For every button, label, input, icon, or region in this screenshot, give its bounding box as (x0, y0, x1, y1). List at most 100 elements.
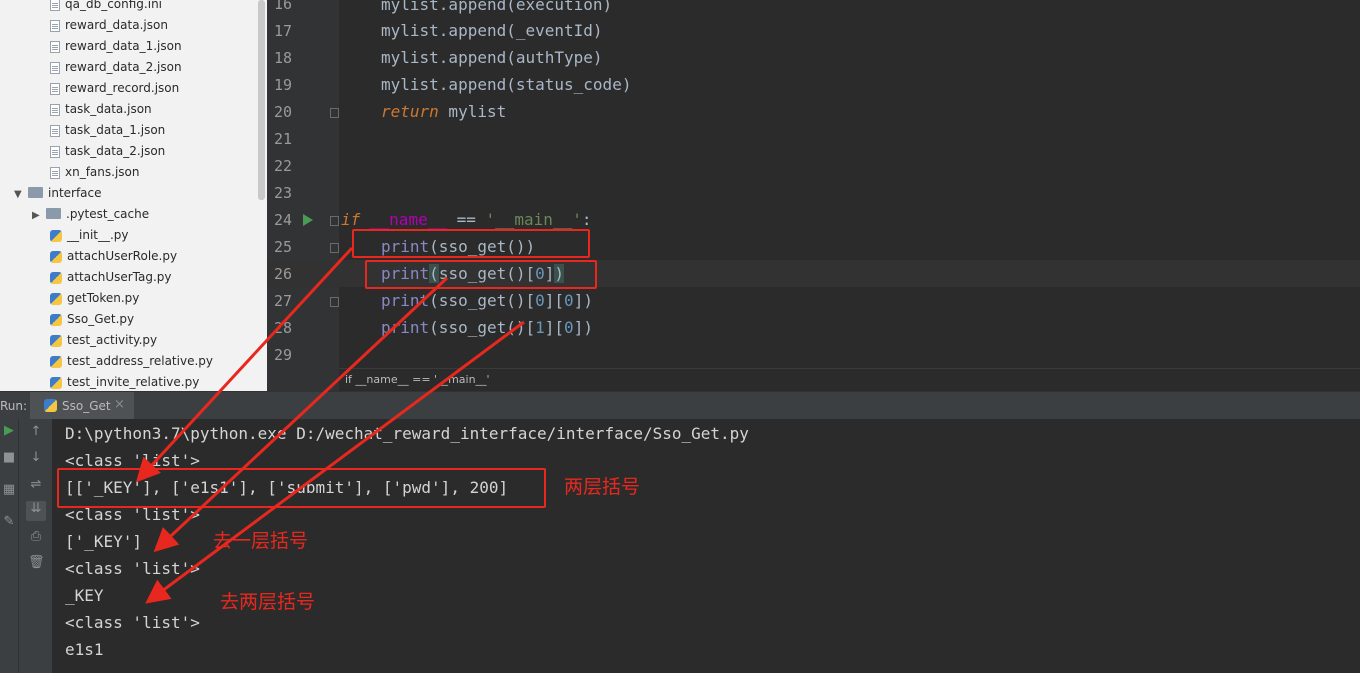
tree-item[interactable]: reward_data_1.json (50, 36, 182, 57)
tree-item-label: test_invite_relative.py (67, 375, 200, 389)
tree-item[interactable]: reward_data.json (50, 15, 168, 36)
close-icon[interactable]: × (114, 397, 125, 412)
breadcrumb[interactable]: if __name__ == '__main__' (339, 368, 1360, 392)
line-number: 22 (273, 157, 292, 175)
editor-gutter: 16 17 18 19 20 21 22 23 24 25 26 27 28 29 (267, 0, 339, 391)
rerun-icon[interactable]: ▶ (1, 423, 17, 438)
tree-item[interactable]: getToken.py (50, 288, 139, 309)
restore-layout-icon[interactable]: ▦ (1, 482, 17, 497)
tree-item[interactable]: ▶ .pytest_cache (32, 204, 149, 225)
annotation-remove-two: 去两层括号 (220, 591, 316, 613)
console-output-line: <class 'list'> (65, 613, 200, 632)
ide-window: qa_db_config.ini reward_data.json reward_d… (0, 0, 1360, 673)
tree-item[interactable]: __init__.py (50, 225, 129, 246)
python-file-icon (50, 335, 62, 347)
tree-item[interactable]: attachUserRole.py (50, 246, 177, 267)
fold-marker-icon[interactable] (330, 108, 339, 118)
code-line-20: return mylist (381, 102, 507, 121)
file-icon (50, 167, 60, 179)
trash-icon[interactable]: 🗑 (28, 555, 45, 570)
tree-item-label: task_data_2.json (65, 144, 166, 158)
line-number: 25 (273, 238, 292, 256)
code-line-19: mylist.append(status_code) (381, 75, 632, 94)
tree-item[interactable]: task_data.json (50, 99, 152, 120)
tree-item-label: reward_record.json (65, 81, 180, 95)
tree-item[interactable]: reward_record.json (50, 78, 179, 99)
line-number: 17 (273, 22, 292, 40)
console-output-line: ['_KEY'] (65, 532, 143, 551)
file-icon (50, 41, 60, 53)
tree-item-label: task_data.json (65, 102, 152, 116)
scroll-to-end-icon[interactable]: ⇊ (26, 501, 46, 521)
breadcrumb-label[interactable]: if __name__ == '__main__' (345, 373, 490, 386)
tree-item-label: task_data_1.json (65, 123, 166, 137)
tree-item-label: qa_db_config.ini (65, 0, 163, 11)
run-side-toolbar: ▶ ■ ▦ ✎ ↑ ↓ ⇌ ⇊ ⎙ 🗑 (0, 419, 52, 673)
console-command-line: D:\python3.7\python.exe D:/wechat_reward… (65, 424, 749, 443)
highlight-box-line-26 (365, 260, 597, 289)
tree-item[interactable]: test_activity.py (50, 330, 157, 351)
line-number: 24 (273, 211, 292, 229)
line-number: 21 (273, 130, 292, 148)
tree-item[interactable]: qa_db_config.ini (50, 0, 162, 15)
python-file-icon (50, 314, 62, 326)
line-number: 26 (273, 265, 292, 283)
tree-item[interactable]: attachUserTag.py (50, 267, 172, 288)
tree-item-label: reward_data_1.json (65, 39, 182, 53)
run-toolbar: Run: Sso_Get × (0, 391, 1360, 420)
up-arrow-icon[interactable]: ↑ (28, 424, 44, 439)
highlight-box-output-list (57, 468, 546, 508)
file-icon (50, 0, 60, 11)
python-file-icon (50, 272, 62, 284)
line-number: 23 (273, 184, 292, 202)
fold-marker-icon[interactable] (330, 243, 339, 253)
code-line-16: mylist.append(execution) (381, 0, 613, 14)
code-line-17: mylist.append(_eventId) (381, 21, 603, 40)
code-line-18: mylist.append(authType) (381, 48, 603, 67)
pin-icon[interactable]: ✎ (1, 514, 17, 529)
file-icon (50, 125, 60, 137)
stop-icon[interactable]: ■ (1, 450, 17, 465)
tree-item-label: interface (48, 186, 102, 200)
code-line-27: print(sso_get()[0][0]) (381, 291, 593, 310)
python-file-icon (50, 356, 62, 368)
tree-item-label: xn_fans.json (65, 165, 140, 179)
tree-item[interactable]: Sso_Get.py (50, 309, 134, 330)
toolbar-divider (18, 419, 19, 673)
down-arrow-icon[interactable]: ↓ (28, 450, 44, 465)
tree-item-label: __init__.py (67, 228, 129, 242)
run-tab-sso-get[interactable]: Sso_Get × (30, 392, 134, 420)
file-icon (50, 83, 60, 95)
file-icon (50, 104, 60, 116)
line-number: 29 (273, 346, 292, 364)
code-editor[interactable]: mylist.append(execution) mylist.append(_… (339, 0, 1360, 391)
print-icon[interactable]: ⎙ (28, 529, 44, 544)
tree-item[interactable]: reward_data_2.json (50, 57, 182, 78)
tree-item-label: attachUserRole.py (67, 249, 178, 263)
tree-item[interactable]: task_data_2.json (50, 141, 165, 162)
tree-item[interactable]: test_invite_relative.py (50, 372, 199, 391)
soft-wrap-icon[interactable]: ⇌ (28, 477, 44, 492)
code-line-28: print(sso_get()[1][0]) (381, 318, 593, 337)
tree-item[interactable]: xn_fans.json (50, 162, 140, 183)
tree-item-label: test_address_relative.py (67, 354, 213, 368)
file-icon (50, 20, 60, 32)
python-icon (44, 399, 57, 412)
tree-item[interactable]: test_address_relative.py (50, 351, 213, 372)
fold-marker-icon[interactable] (330, 216, 339, 226)
tree-item-label: reward_data.json (65, 18, 168, 32)
python-file-icon (50, 251, 62, 263)
tree-item-label: attachUserTag.py (67, 270, 172, 284)
chevron-right-icon[interactable]: ▶ (32, 205, 46, 226)
tree-scrollbar[interactable] (258, 0, 265, 200)
tree-item-label: Sso_Get.py (67, 312, 135, 326)
chevron-down-icon[interactable]: ▼ (14, 184, 28, 205)
folder-icon (46, 208, 61, 219)
tree-item-label: test_activity.py (67, 333, 158, 347)
folder-icon (28, 187, 43, 198)
run-gutter-icon[interactable] (303, 214, 313, 226)
tree-item[interactable]: ▼ interface (14, 183, 102, 204)
fold-marker-icon[interactable] (330, 297, 339, 307)
tree-item[interactable]: task_data_1.json (50, 120, 165, 141)
highlight-box-line-25 (352, 229, 590, 258)
